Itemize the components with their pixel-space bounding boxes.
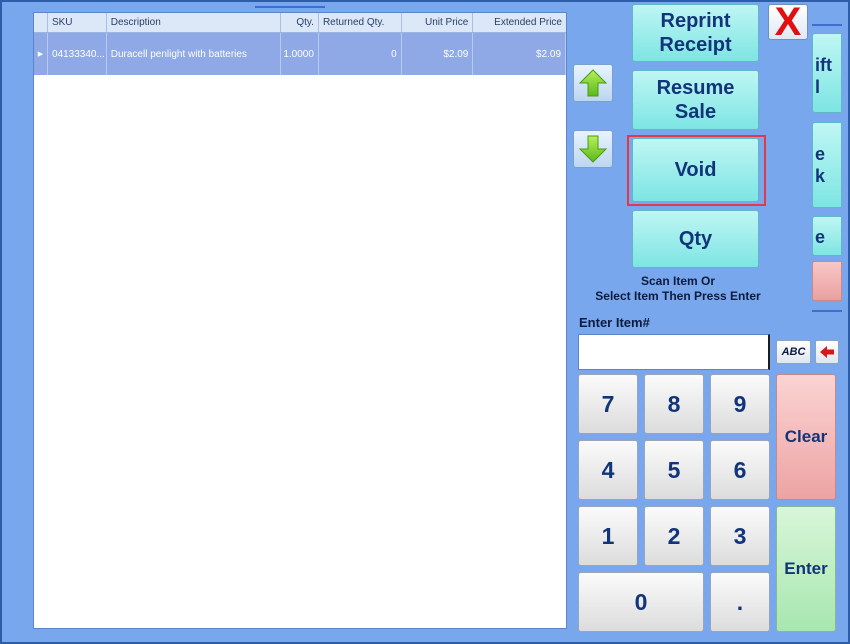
row-qty: 1.0000 [281,33,319,75]
scroll-down-button[interactable] [573,130,613,168]
close-button[interactable]: X [768,0,808,44]
key-6[interactable]: 6 [710,440,770,500]
side-button-1-line2: l [815,77,821,97]
key-0[interactable]: 0 [578,572,704,632]
reprint-label-line1: Reprint [660,10,731,32]
side-button-2-line1: e [815,144,826,164]
sale-items-grid[interactable]: SKU Description Qty. Returned Qty. Unit … [33,12,567,629]
grid-header: SKU Description Qty. Returned Qty. Unit … [34,13,566,33]
side-button-3[interactable]: e [812,216,842,256]
side-button-3-label: e [815,227,826,247]
key-9[interactable]: 9 [710,374,770,434]
item-number-input[interactable] [578,334,770,370]
scan-instructions: Scan Item Or Select Item Then Press Ente… [572,274,784,304]
enter-item-label: Enter Item# [579,315,650,330]
side-button-1[interactable]: ift l [812,33,842,113]
resume-label-line1: Resume [656,77,735,99]
row-pointer-icon: ▶ [37,51,44,58]
key-8[interactable]: 8 [644,374,704,434]
key-5[interactable]: 5 [644,440,704,500]
arrow-up-icon [578,69,608,97]
qty-button[interactable]: Qty [632,210,759,268]
instructions-line2: Select Item Then Press Enter [595,289,761,303]
row-indicator: ▶ [34,33,48,75]
resume-sale-button[interactable]: Resume Sale [632,70,759,130]
key-3[interactable]: 3 [710,506,770,566]
strip-divider-2 [812,310,842,312]
row-extended-price: $2.09 [473,33,567,75]
arrow-left-icon [820,346,834,358]
header-extended-price[interactable]: Extended Price [473,13,566,32]
resume-label-line2: Sale [674,101,717,123]
key-2[interactable]: 2 [644,506,704,566]
backspace-button[interactable] [815,340,839,364]
side-button-2-line2: k [815,166,826,186]
side-button-2[interactable]: e k [812,122,842,208]
key-decimal[interactable]: . [710,572,770,632]
header-indicator [34,13,48,32]
abc-keyboard-button[interactable]: ABC [776,340,811,364]
header-unit-price[interactable]: Unit Price [402,13,474,32]
strip-divider [812,24,842,26]
resume-sale-label: Resume Sale [657,76,735,124]
row-unit-price: $2.09 [402,33,474,75]
side-button-1-line1: ift [815,55,832,75]
reprint-receipt-label: Reprint Receipt [659,9,731,57]
row-description: Duracell penlight with batteries [107,33,282,75]
void-highlight-outline [627,135,766,206]
header-sku[interactable]: SKU [48,13,107,32]
reprint-label-line2: Receipt [659,34,732,56]
side-button-4[interactable] [812,261,842,301]
key-7[interactable]: 7 [578,374,638,434]
instructions-line1: Scan Item Or [640,274,716,288]
row-returned-qty: 0 [319,33,402,75]
table-row[interactable]: ▶ 04133340... Duracell penlight with bat… [34,33,567,75]
arrow-down-icon [578,135,608,163]
scroll-up-button[interactable] [573,64,613,102]
clear-button[interactable]: Clear [776,374,836,500]
reprint-receipt-button[interactable]: Reprint Receipt [632,4,759,62]
header-description[interactable]: Description [107,13,282,32]
enter-button[interactable]: Enter [776,506,836,632]
close-icon: X [774,0,802,44]
key-4[interactable]: 4 [578,440,638,500]
row-sku: 04133340... [48,33,107,75]
key-1[interactable]: 1 [578,506,638,566]
header-qty[interactable]: Qty. [281,13,319,32]
grid-top-marker [255,6,325,8]
header-returned-qty[interactable]: Returned Qty. [319,13,402,32]
